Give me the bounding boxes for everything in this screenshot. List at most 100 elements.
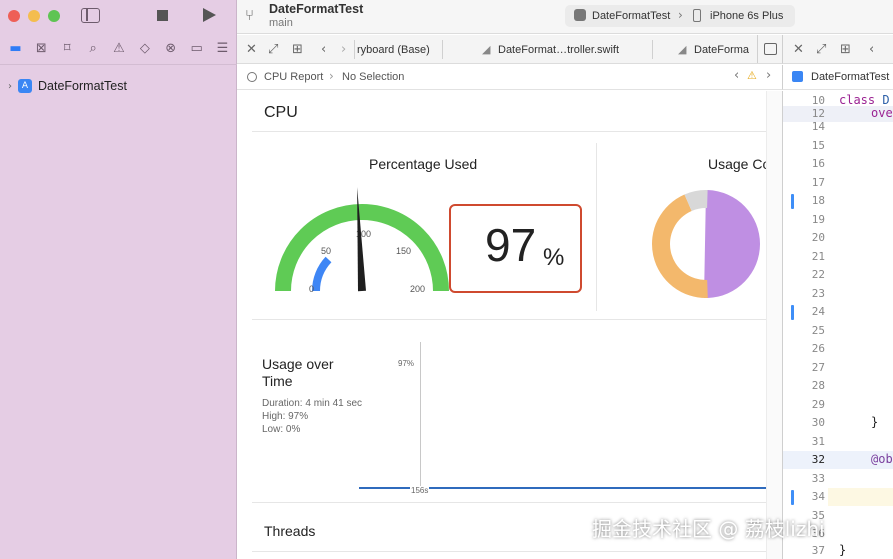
navigator-selector-bar: ▬ ⊠ ⌑ ⌕ ⚠ ◇ ⊗ ▭ ☰ <box>8 40 230 58</box>
line-number: 22 <box>811 268 825 281</box>
code-line[interactable]: } <box>871 415 878 429</box>
stop-button[interactable] <box>157 10 168 21</box>
donut-segment-this <box>704 190 761 298</box>
editor-tab-bar: ✕ ⤢ ⊞ ‹ › ryboard (Base) ◢ DateFormat…tr… <box>237 35 782 64</box>
swift-file-icon: ◢ <box>678 43 687 56</box>
disclosure-chevron-icon[interactable]: › <box>8 81 12 92</box>
section-divider <box>252 502 766 503</box>
source-control-icon[interactable]: ⊠ <box>34 42 49 56</box>
grid-icon[interactable]: ⊞ <box>840 42 851 57</box>
previous-issue-icon[interactable]: ‹ <box>734 68 739 83</box>
change-marker[interactable] <box>791 305 794 320</box>
cpu-gauge: 0 50 100 150 200 <box>275 187 449 294</box>
destination-name[interactable]: iPhone 6s Plus <box>710 10 783 22</box>
line-number: 19 <box>811 213 825 226</box>
line-number: 21 <box>811 250 825 263</box>
branch-name: main <box>269 17 293 29</box>
chart-y-axis <box>420 342 421 489</box>
line-number: 34 <box>811 490 825 503</box>
tab-storyboard[interactable]: ryboard (Base) <box>357 44 430 56</box>
tab-divider <box>652 40 653 59</box>
scheme-name[interactable]: DateFormatTest <box>592 10 670 22</box>
close-window-button[interactable] <box>8 10 20 22</box>
report-title: CPU <box>264 104 298 121</box>
back-chevron-icon[interactable]: ‹ <box>869 42 874 57</box>
usage-low: Low: 0% <box>262 424 301 435</box>
debug-icon[interactable]: ⊗ <box>163 42 178 56</box>
source-editor-tab-bar: ✕ ⤢ ⊞ ‹ <box>782 35 893 64</box>
expand-icon[interactable]: ⤢ <box>816 42 826 57</box>
line-number: 24 <box>811 305 825 318</box>
line-number: 20 <box>811 231 825 244</box>
line-number: 25 <box>811 324 825 337</box>
line-number: 18 <box>811 194 825 207</box>
bookmark-icon[interactable]: ⌑ <box>60 42 75 56</box>
usage-over-time-title-line2: Time <box>262 373 293 389</box>
line-number: 31 <box>811 435 825 448</box>
change-marker[interactable] <box>791 194 794 209</box>
folder-icon[interactable]: ▬ <box>8 42 23 56</box>
line-number: 17 <box>811 176 825 189</box>
line-number: 27 <box>811 361 825 374</box>
usage-duration: Duration: 4 min 41 sec <box>262 398 363 409</box>
editor-breadcrumb-file[interactable]: DateFormatTest <box>811 71 889 83</box>
zoom-window-button[interactable] <box>48 10 60 22</box>
section-divider <box>252 319 766 320</box>
forward-chevron-icon[interactable]: › <box>341 42 346 57</box>
expand-icon[interactable]: ⤢ <box>268 42 278 57</box>
tab-third[interactable]: DateForma <box>694 44 749 56</box>
split-editor-icon <box>764 43 777 55</box>
navigator-divider <box>0 64 237 65</box>
test-icon[interactable]: ◇ <box>137 42 152 56</box>
usage-over-time-title-line1: Usage over <box>262 356 334 372</box>
scheme-selector[interactable]: DateFormatTest › iPhone 6s Plus <box>565 5 795 27</box>
line-number: 16 <box>811 157 825 170</box>
breakpoint-icon[interactable]: ▭ <box>189 42 204 56</box>
sidebar-toggle-icon[interactable] <box>81 8 100 23</box>
code-text: D <box>875 93 890 107</box>
project-tree-item[interactable]: › A DateFormatTest <box>8 77 127 95</box>
grid-icon[interactable]: ⊞ <box>292 42 303 57</box>
split-editor-button[interactable] <box>757 35 782 63</box>
code-line[interactable]: @ob <box>871 452 893 466</box>
breadcrumb-chevron-icon: › <box>329 69 334 83</box>
section-divider <box>252 551 766 552</box>
line-highlight <box>828 488 893 506</box>
code-line[interactable]: class D <box>839 93 890 107</box>
code-line[interactable]: } <box>839 543 846 557</box>
section-divider <box>252 131 766 132</box>
code-text: } <box>871 415 879 429</box>
gauge-icon <box>247 72 257 82</box>
source-editor[interactable]: 10 class D 12 ove 14 15 16 17 18 19 20 21 22 23 24 25 26… <box>782 91 893 559</box>
code-text: } <box>839 543 847 557</box>
gauge-inner-arc <box>312 256 332 292</box>
code-keyword: @ob <box>871 452 893 466</box>
project-navigator: ▬ ⊠ ⌑ ⌕ ⚠ ◇ ⊗ ▭ ☰ › A DateFormatTest <box>0 0 237 559</box>
jump-bar: CPU Report › No Selection ‹ ⚠ › <box>237 65 782 90</box>
gauge-needle <box>357 187 366 292</box>
warning-icon[interactable]: ⚠ <box>747 69 757 82</box>
breadcrumb-selection[interactable]: No Selection <box>342 71 404 83</box>
report-scrollbar[interactable] <box>766 91 782 559</box>
close-icon[interactable]: ✕ <box>793 42 804 57</box>
cpu-report: CPU Percentage Used Usage Co 0 50 100 15… <box>252 91 770 559</box>
tab-view-controller[interactable]: DateFormat…troller.swift <box>498 44 619 56</box>
code-line[interactable]: ove <box>871 106 893 120</box>
minimize-window-button[interactable] <box>28 10 40 22</box>
line-number: 29 <box>811 398 825 411</box>
app-icon <box>574 9 586 21</box>
issue-icon[interactable]: ⚠ <box>112 42 127 56</box>
line-number: 12 <box>811 107 825 120</box>
run-button[interactable] <box>203 8 216 22</box>
code-keyword: ove <box>871 106 893 120</box>
line-number: 14 <box>811 120 825 133</box>
report-icon[interactable]: ☰ <box>215 42 230 56</box>
find-icon[interactable]: ⌕ <box>86 42 101 56</box>
breadcrumb-cpu-report[interactable]: CPU Report <box>264 71 323 83</box>
close-icon[interactable]: ✕ <box>246 42 257 57</box>
next-issue-icon[interactable]: › <box>766 68 771 83</box>
change-marker[interactable] <box>791 490 794 505</box>
back-chevron-icon[interactable]: ‹ <box>321 42 326 57</box>
toolbar: ⑂ DateFormatTest main DateFormatTest › i… <box>237 0 893 34</box>
watermark: 掘金技术社区 @ 荔枝lizhi <box>592 517 825 541</box>
